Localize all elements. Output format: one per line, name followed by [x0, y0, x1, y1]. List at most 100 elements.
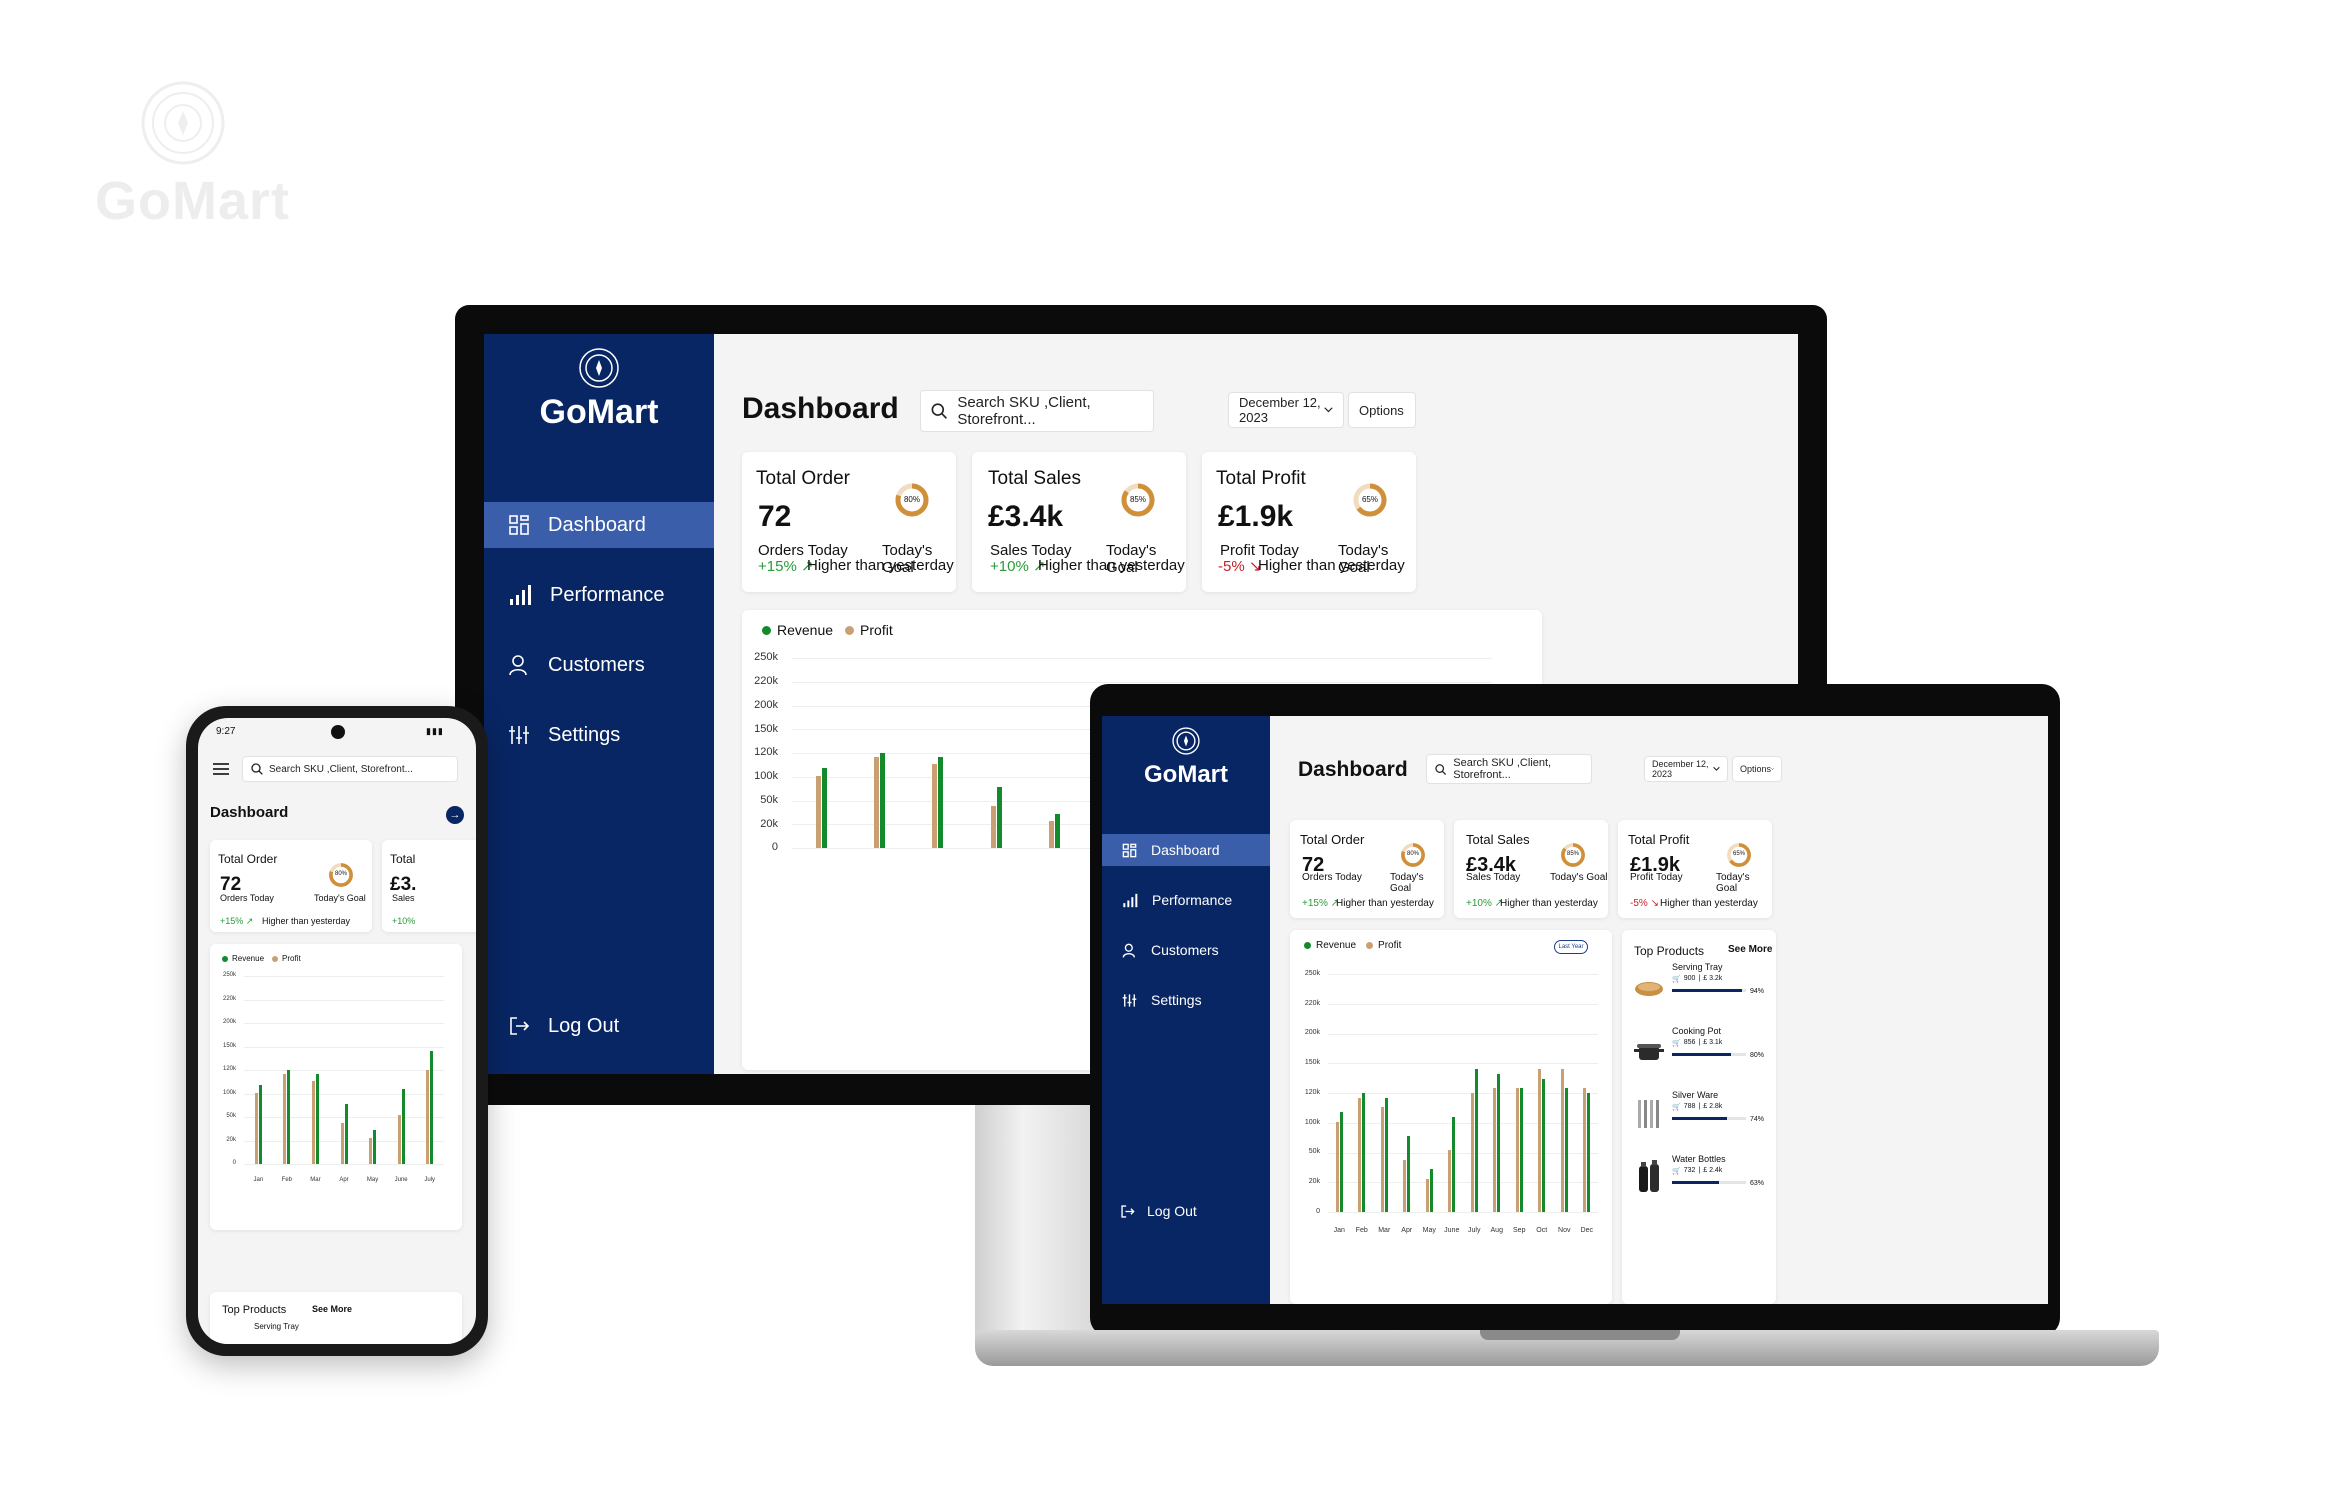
logout-button[interactable]: Log Out: [1102, 1196, 1197, 1226]
bar-revenue-Dec[interactable]: [1587, 1093, 1591, 1212]
bar-revenue-June[interactable]: [401, 1088, 405, 1164]
bar-profit-Oct[interactable]: [1538, 1069, 1542, 1212]
bar-revenue-Apr[interactable]: [344, 1103, 348, 1164]
bar-profit-May[interactable]: [369, 1137, 373, 1164]
bar-profit-Sep[interactable]: [1515, 1088, 1519, 1212]
bar-revenue-July[interactable]: [430, 1051, 434, 1164]
bar-profit-Aug[interactable]: [1493, 1088, 1497, 1212]
serving-tray-image: [1635, 982, 1663, 996]
bar-profit-Mar[interactable]: [932, 764, 938, 848]
options-select[interactable]: Options: [1732, 756, 1782, 782]
options-select[interactable]: Options: [1348, 392, 1416, 428]
hamburger-menu-icon[interactable]: [212, 762, 230, 776]
sidebar-item-customers[interactable]: Customers: [484, 642, 714, 688]
bar-revenue-Mar[interactable]: [315, 1073, 319, 1164]
product-meta: 🛒 788 | £ 2.8k: [1672, 1103, 1723, 1111]
logout-button[interactable]: Log Out: [484, 1006, 619, 1046]
phone-search-input[interactable]: Search SKU ,Client, Storefront...: [242, 756, 458, 782]
bar-profit-May[interactable]: [1049, 821, 1054, 848]
kpi-note: Higher than yesterday: [262, 916, 351, 926]
bar-profit-Apr[interactable]: [990, 806, 996, 848]
see-more-link[interactable]: See More: [1728, 944, 1772, 955]
bar-revenue-Sep[interactable]: [1519, 1088, 1523, 1212]
bar-profit-Dec[interactable]: [1583, 1088, 1587, 1212]
legend-profit-dot: [1366, 942, 1374, 949]
sidebar-item-settings[interactable]: Settings: [1102, 984, 1270, 1016]
y-tick-label: 100k: [222, 1089, 236, 1096]
product-item[interactable]: Silver Ware 🛒 788 | £ 2.8k 74%: [1622, 1090, 1776, 1154]
bar-profit-Mar[interactable]: [311, 1081, 315, 1164]
legend-profit: Profit: [860, 622, 893, 638]
sidebar-label-dashboard: Dashboard: [1151, 842, 1220, 858]
bar-profit-June[interactable]: [397, 1115, 401, 1164]
sidebar-item-performance[interactable]: Performance: [484, 572, 714, 618]
sidebar-item-performance[interactable]: Performance: [1102, 884, 1270, 916]
bar-revenue-May[interactable]: [373, 1130, 377, 1164]
kpi-note: Higher than yesterday: [1336, 898, 1434, 909]
bar-revenue-June[interactable]: [1452, 1116, 1456, 1212]
sidebar-item-settings[interactable]: Settings: [484, 712, 714, 758]
search-input[interactable]: Search SKU ,Client, Storefront...: [920, 390, 1154, 432]
bar-profit-Nov[interactable]: [1560, 1069, 1564, 1212]
search-input[interactable]: Search SKU ,Client, Storefront...: [1426, 754, 1592, 784]
bar-revenue-Feb[interactable]: [1362, 1093, 1366, 1212]
bar-revenue-Mar[interactable]: [938, 756, 944, 848]
kpi-note: Higher than yesterday: [1660, 898, 1758, 909]
bar-revenue-Aug[interactable]: [1497, 1073, 1501, 1212]
sidebar-item-dashboard[interactable]: Dashboard: [1102, 834, 1270, 866]
product-item[interactable]: Water Bottles 🛒 732 | £ 2.4k 63%: [1622, 1154, 1776, 1218]
legend-revenue-dot: [222, 955, 228, 962]
sidebar-item-dashboard[interactable]: Dashboard: [484, 502, 714, 548]
bar-revenue-Nov[interactable]: [1564, 1088, 1568, 1212]
bar-profit-June[interactable]: [1448, 1150, 1452, 1212]
bar-profit-Jan[interactable]: [815, 775, 821, 848]
product-item[interactable]: Cooking Pot 🛒 856 | £ 3.1k 80%: [1622, 1026, 1776, 1090]
bar-profit-Feb[interactable]: [283, 1073, 287, 1164]
bar-profit-Apr[interactable]: [340, 1122, 344, 1164]
sidebar-label-customers: Customers: [548, 653, 645, 676]
y-tick-label: 150k: [754, 722, 778, 735]
bar-profit-Jan[interactable]: [1335, 1121, 1339, 1212]
gridline: [1328, 1093, 1598, 1094]
bar-revenue-Oct[interactable]: [1542, 1078, 1546, 1212]
cart-icon: 🛒: [1672, 976, 1681, 983]
kpi-note: Higher than yesterday: [807, 557, 954, 574]
bar-revenue-Mar[interactable]: [1384, 1097, 1388, 1212]
date-select[interactable]: December 12, 2023: [1644, 756, 1728, 782]
bar-revenue-Apr[interactable]: [996, 787, 1002, 848]
sidebar-item-customers[interactable]: Customers: [1102, 934, 1270, 966]
kpi-sub: Profit Today: [1630, 872, 1683, 883]
bar-revenue-May[interactable]: [1055, 813, 1060, 848]
bar-profit-July[interactable]: [426, 1070, 430, 1164]
product-item[interactable]: Serving Tray 🛒 900 | £ 3.2k 94%: [1622, 962, 1776, 1026]
bar-revenue-Jan[interactable]: [821, 768, 827, 848]
bar-profit-Feb[interactable]: [874, 756, 879, 848]
kpi-card-profit: Total Profit £1.9k Profit Today 65% Toda…: [1202, 452, 1416, 592]
bar-revenue-Feb[interactable]: [880, 753, 885, 848]
bar-profit-Jan[interactable]: [254, 1092, 258, 1164]
date-select[interactable]: December 12, 2023: [1228, 392, 1344, 428]
y-tick-label: 50k: [1308, 1148, 1320, 1156]
year-filter-button[interactable]: Last Year: [1554, 940, 1588, 954]
kpi-change: +15% ↗: [1302, 898, 1339, 909]
bar-profit-Mar[interactable]: [1380, 1107, 1384, 1212]
sidebar-label-performance: Performance: [1152, 892, 1233, 908]
kpi-note: Higher than yesterday: [1038, 557, 1185, 574]
see-more-link[interactable]: See More: [312, 1304, 352, 1314]
bar-profit-May[interactable]: [1425, 1178, 1429, 1212]
gridline: [244, 1023, 444, 1024]
bar-profit-Apr[interactable]: [1403, 1159, 1407, 1212]
goal-label: Today's Goal: [314, 893, 366, 903]
bar-revenue-Apr[interactable]: [1407, 1135, 1411, 1212]
bar-revenue-Jan[interactable]: [258, 1085, 262, 1164]
bar-profit-July[interactable]: [1470, 1093, 1474, 1212]
chevron-down-icon: [1324, 407, 1333, 413]
arrow-right-icon[interactable]: →: [446, 806, 464, 824]
bar-revenue-Feb[interactable]: [287, 1070, 291, 1164]
bar-profit-Feb[interactable]: [1358, 1097, 1362, 1212]
bar-revenue-July[interactable]: [1474, 1069, 1478, 1212]
legend-profit: Profit: [1378, 940, 1402, 951]
bar-revenue-Jan[interactable]: [1339, 1112, 1343, 1212]
bar-revenue-May[interactable]: [1429, 1169, 1433, 1212]
gridline: [1328, 1212, 1598, 1213]
